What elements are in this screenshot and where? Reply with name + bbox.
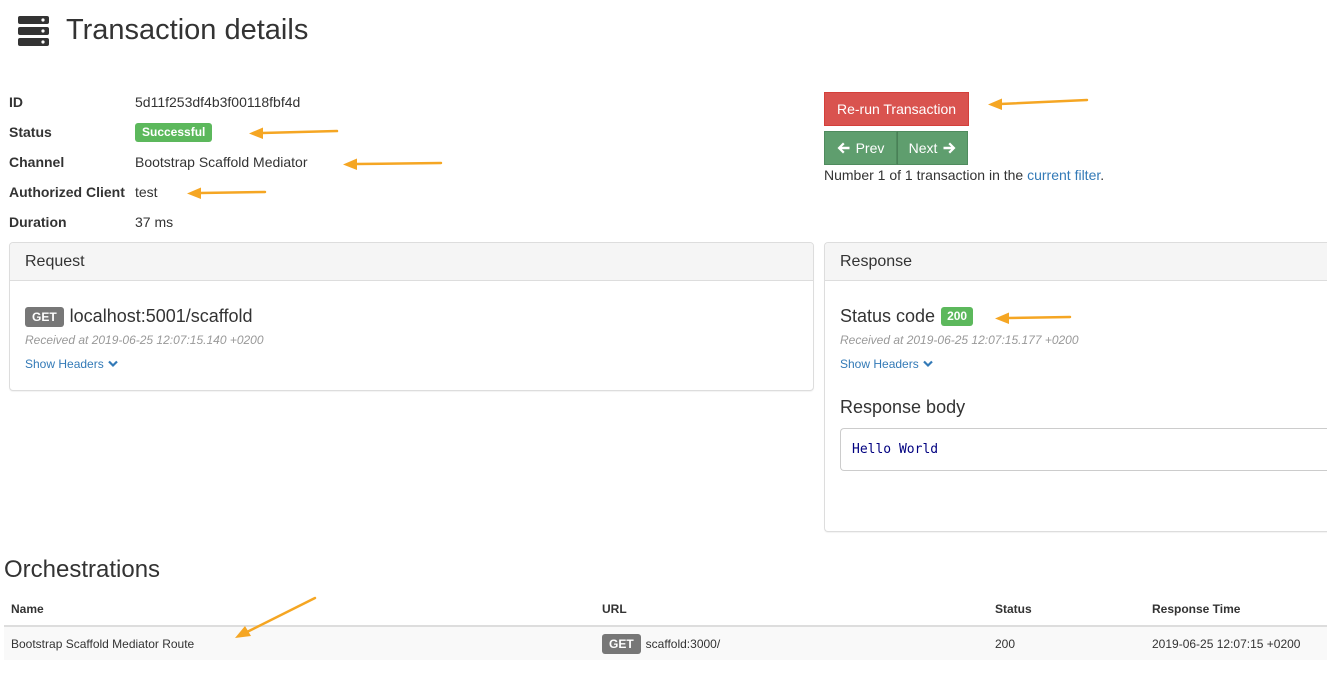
response-body-content: Hello World — [840, 428, 1327, 471]
arrow-icon — [249, 127, 339, 139]
status-value: Successful — [135, 122, 213, 142]
response-show-headers-link[interactable]: Show Headers — [840, 357, 933, 371]
table-header-row: Name URL Status Response Time — [4, 592, 1327, 627]
response-panel-body: Status code 200 Received at 2019-06-25 1… — [825, 281, 1327, 486]
orchestration-name: Bootstrap Scaffold Mediator Route — [4, 626, 595, 660]
status-code-title: Status code — [840, 306, 936, 326]
info-label: Authorized Client — [9, 184, 125, 200]
filter-note-prefix: Number 1 of 1 transaction in the — [824, 167, 1028, 183]
info-label: Status — [9, 124, 52, 140]
arrow-icon — [988, 98, 1089, 110]
response-status-line: Status code 200 — [840, 306, 1319, 327]
page-header: Transaction details — [18, 14, 308, 47]
column-header-response-time: Response Time — [1145, 592, 1327, 627]
orchestration-status: 200 — [988, 626, 1145, 660]
chevron-down-icon — [922, 360, 933, 368]
column-header-url: URL — [595, 592, 988, 627]
orchestration-method-badge: GET — [602, 633, 641, 654]
request-panel-heading: Request — [10, 243, 813, 281]
request-line: GET localhost:5001/scaffold — [25, 306, 798, 327]
rerun-transaction-button[interactable]: Re-run Transaction — [824, 92, 969, 126]
channel-value: Bootstrap Scaffold Mediator — [135, 154, 308, 170]
next-button[interactable]: Next — [897, 131, 968, 165]
status-code-badge: 200 — [941, 307, 974, 326]
prev-label: Prev — [855, 140, 885, 156]
client-value: test — [135, 184, 158, 200]
column-header-name: Name — [4, 592, 595, 627]
arrow-left-icon — [837, 142, 850, 154]
arrow-right-icon — [943, 142, 956, 154]
prev-button[interactable]: Prev — [824, 131, 897, 165]
chevron-down-icon — [107, 360, 118, 368]
filter-note: Number 1 of 1 transaction in the current… — [824, 167, 1104, 183]
show-headers-label: Show Headers — [25, 357, 104, 371]
table-row: Bootstrap Scaffold Mediator Route GET sc… — [4, 626, 1327, 660]
response-panel: Response Status code 200 Received at 201… — [824, 242, 1327, 532]
orchestration-response-time: 2019-06-25 12:07:15 +0200 — [1145, 626, 1327, 660]
request-url: localhost:5001/scaffold — [69, 306, 253, 326]
status-badge: Successful — [135, 122, 213, 142]
info-label: ID — [9, 94, 23, 110]
next-label: Next — [908, 140, 938, 156]
current-filter-link[interactable]: current filter — [1027, 167, 1100, 183]
response-panel-heading: Response — [825, 243, 1327, 281]
page-title: Transaction details — [66, 14, 309, 46]
filter-note-suffix: . — [1100, 167, 1105, 183]
transaction-id: 5d11f253df4b3f00118fbf4d — [135, 94, 301, 110]
duration-value: 37 ms — [135, 214, 174, 230]
arrow-icon — [343, 158, 443, 170]
arrow-icon — [187, 187, 267, 199]
server-icon — [18, 15, 49, 46]
transaction-details-page: Transaction details ID 5d11f253df4b3f001… — [0, 0, 1327, 678]
info-label: Channel — [9, 154, 65, 170]
request-received-time: Received at 2019-06-25 12:07:15.140 +020… — [25, 333, 264, 347]
request-show-headers-link[interactable]: Show Headers — [25, 357, 118, 371]
pagination-button-group: Prev Next — [824, 131, 968, 165]
show-headers-label: Show Headers — [840, 357, 919, 371]
orchestrations-table: Name URL Status Response Time Bootstrap … — [4, 592, 1327, 660]
column-header-status: Status — [988, 592, 1145, 627]
response-received-time: Received at 2019-06-25 12:07:15.177 +020… — [840, 333, 1079, 347]
orchestration-url-cell: GET scaffold:3000/ — [595, 626, 988, 660]
orchestration-url: scaffold:3000/ — [645, 636, 721, 651]
response-body-title: Response body — [840, 397, 966, 417]
info-label: Duration — [9, 214, 67, 230]
orchestrations-title: Orchestrations — [4, 556, 161, 583]
request-panel: Request GET localhost:5001/scaffold Rece… — [9, 242, 814, 391]
request-panel-body: GET localhost:5001/scaffold Received at … — [10, 281, 813, 388]
request-method-badge: GET — [25, 306, 64, 327]
